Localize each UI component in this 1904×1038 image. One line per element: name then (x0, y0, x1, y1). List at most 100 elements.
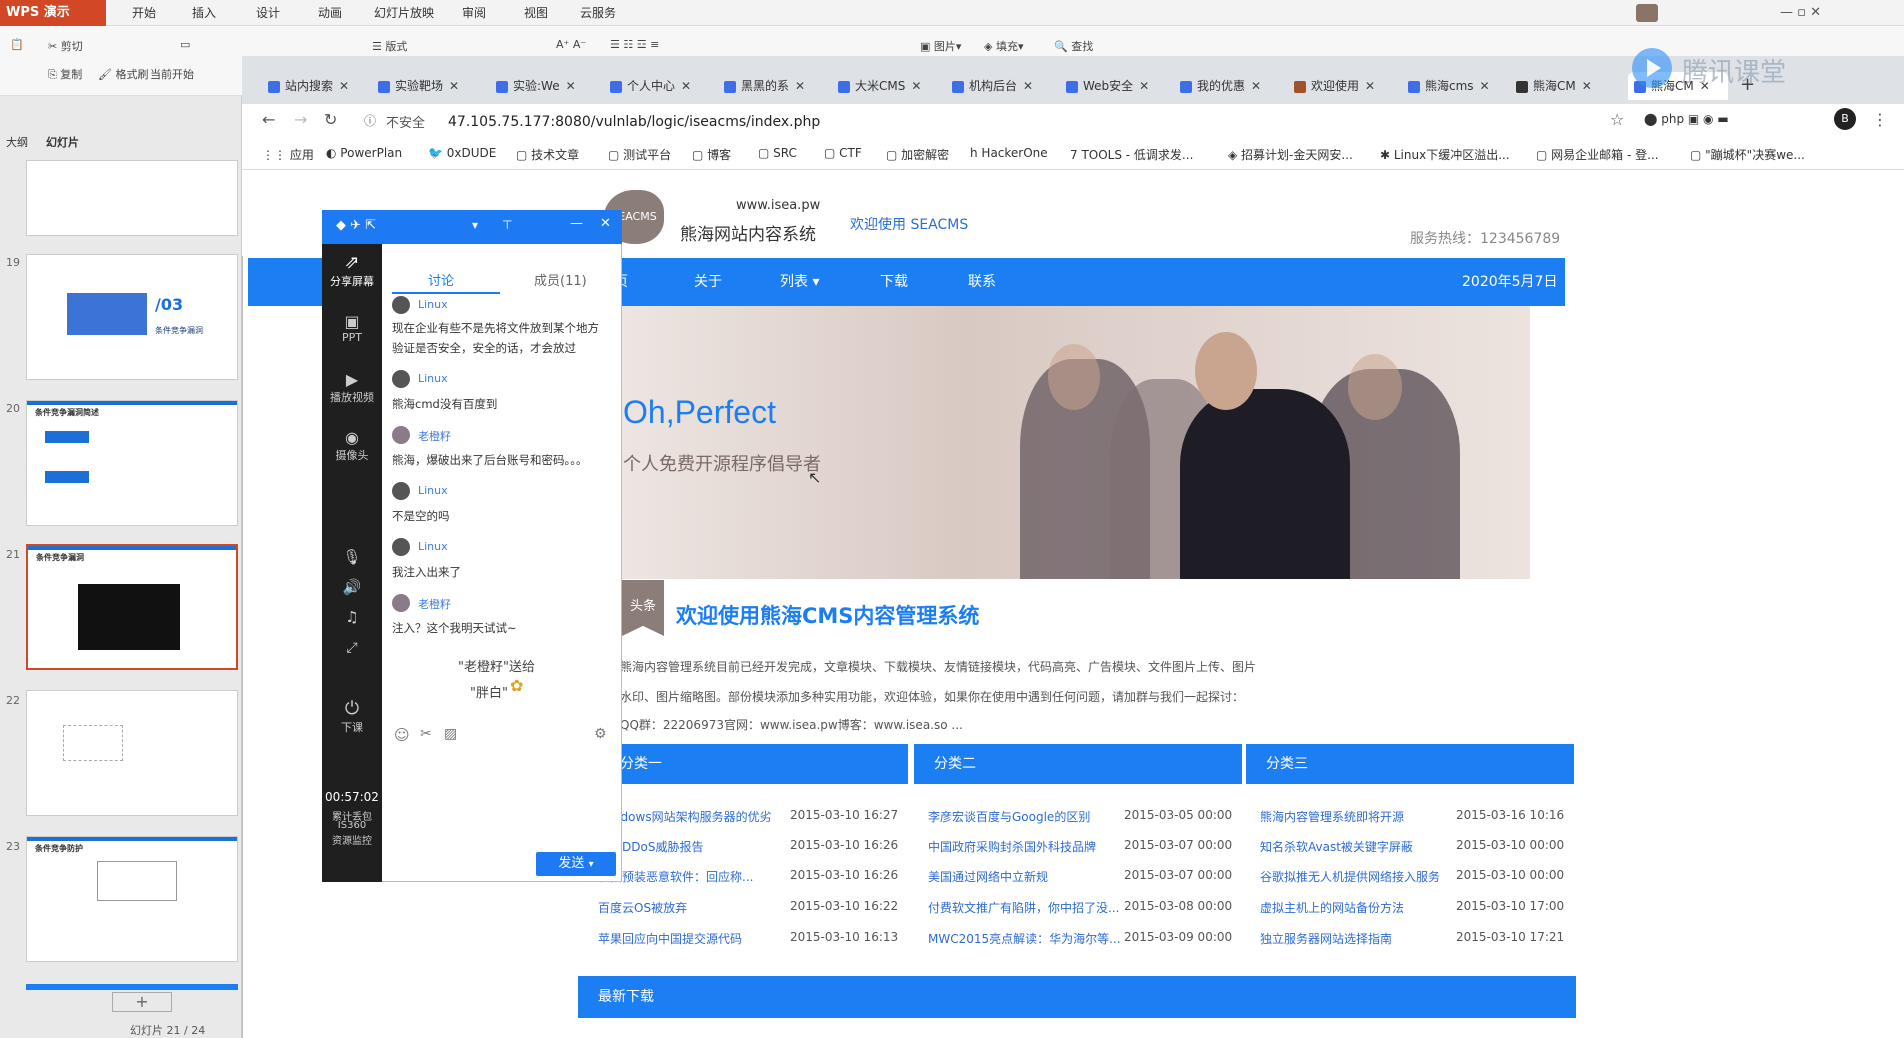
slide-thumb-20[interactable]: 条件竞争漏洞简述 (26, 400, 238, 526)
bookmark-item[interactable]: ▢ 加密解密 (886, 146, 949, 163)
article-link[interactable]: 美国通过网络中立新规 (928, 868, 1120, 885)
cut-button[interactable]: ✂ 剪切 (48, 38, 83, 54)
picture-button[interactable]: ▣ 图片▾ (920, 38, 961, 54)
info-icon[interactable]: ⓘ (364, 112, 376, 129)
extensions-icon[interactable]: ⬤ php ▣ ◉ ▬ (1644, 112, 1729, 126)
microphone-icon[interactable]: 🎙 (322, 548, 382, 566)
bookmark-item[interactable]: ◈ 招募计划-金天网安... (1228, 146, 1353, 163)
close-icon[interactable]: ✕ (600, 216, 611, 231)
browser-tab[interactable]: 实验靶场 ✕ (378, 72, 488, 100)
window-controls-icon[interactable]: — ▫ ✕ (1780, 5, 1821, 20)
article-link[interactable]: 虚拟主机上的网站备份方法 (1260, 899, 1456, 916)
close-icon[interactable]: ✕ (1251, 79, 1261, 93)
close-icon[interactable]: ✕ (449, 79, 459, 93)
menu-design[interactable]: 设计 (256, 0, 280, 26)
image-icon[interactable]: ▨ (444, 726, 457, 742)
close-icon[interactable]: ✕ (339, 79, 349, 93)
ppt-button[interactable]: ▣ PPT (322, 312, 382, 344)
bookmark-item[interactable]: ✱ Linux下缓冲区溢出... (1380, 146, 1510, 163)
bookmark-item[interactable]: 🐦 0xDUDE (428, 146, 496, 160)
bookmark-item[interactable]: ▢ 测试平台 (608, 146, 671, 163)
bookmark-item[interactable]: ▢ CTF (824, 146, 862, 160)
slide-thumb-21[interactable]: 条件竞争漏洞 (26, 544, 238, 670)
headline-title[interactable]: 欢迎使用熊海CMS内容管理系统 (676, 600, 979, 630)
forward-icon[interactable]: → (294, 110, 307, 129)
slide-thumb-23[interactable]: 条件竞争防护 (26, 836, 238, 962)
chat-input[interactable] (390, 750, 618, 846)
nav-list[interactable]: 列表 ▾ (780, 258, 819, 306)
settings-icon[interactable]: ⚙ (594, 726, 607, 742)
close-icon[interactable]: ✕ (566, 79, 576, 93)
article-link[interactable]: 苹果回应向中国提交源代码 (598, 930, 788, 947)
share-screen-button[interactable]: ⇗ 分享屏幕 (322, 252, 382, 289)
slide-thumb-19[interactable]: /03 条件竞争漏洞 (26, 254, 238, 380)
browser-tab[interactable]: 欢迎使用 ✕ (1294, 72, 1394, 100)
end-class-button[interactable]: ⏻ 下课 (322, 698, 382, 735)
latest-downloads-header[interactable]: 最新下载 (578, 976, 1576, 1018)
menu-review[interactable]: 审阅 (462, 0, 486, 26)
browser-tab[interactable]: 黑黑的系 ✕ (724, 72, 824, 100)
slide-thumb-18[interactable] (26, 160, 238, 236)
menu-cloud[interactable]: 云服务 (580, 0, 616, 26)
outline-tab[interactable]: 大纲 (6, 134, 28, 150)
tab-members[interactable]: 成员(11) (534, 270, 587, 289)
list-icon[interactable]: ☰ ☷ ☲ ≡ (610, 38, 659, 51)
bookmark-item[interactable]: ▢ SRC (758, 146, 797, 160)
music-icon[interactable]: ♫ (322, 608, 382, 626)
browser-tab[interactable]: 个人中心 ✕ (610, 72, 710, 100)
close-icon[interactable]: ✕ (1480, 79, 1490, 93)
browser-tab[interactable]: 熊海cms ✕ (1408, 72, 1508, 100)
bookmark-item[interactable]: ▢ 博客 (692, 146, 731, 163)
profile-avatar[interactable]: B (1834, 108, 1856, 130)
article-link[interactable]: 李彦宏谈百度与Google的区别 (928, 808, 1120, 825)
send-button[interactable]: 发送 ▾ (536, 852, 616, 876)
article-link[interactable]: Windows网站架构服务器的优劣 (598, 808, 788, 825)
browser-tab[interactable]: 站内搜索 ✕ (268, 72, 378, 100)
nav-download[interactable]: 下载 (880, 258, 908, 306)
chat-menu-icon[interactable]: ▾ (472, 218, 478, 232)
browser-tab[interactable]: Web安全 ✕ (1066, 72, 1166, 100)
browser-tab[interactable]: 熊海CM ✕ (1516, 72, 1616, 100)
font-size-up-icon[interactable]: A⁺ A⁻ (556, 38, 586, 51)
article-link[interactable]: MWC2015亮点解读：华为海尔等... (928, 930, 1120, 947)
bookmark-item[interactable]: ▢ 网易企业邮箱 - 登... (1536, 146, 1659, 163)
back-icon[interactable]: ← (262, 110, 275, 129)
category-header[interactable]: 分类三 (1246, 744, 1574, 784)
minimize-icon[interactable]: — (570, 216, 583, 231)
article-link[interactable]: 知名杀软Avast被关键字屏蔽 (1260, 838, 1456, 855)
bookmark-item[interactable]: ◐ PowerPlan (326, 146, 402, 160)
browser-tab[interactable]: 大米CMS ✕ (838, 72, 938, 100)
article-link[interactable]: 年度DDoS威胁报告 (598, 838, 788, 855)
close-icon[interactable]: ✕ (1023, 79, 1033, 93)
url-field[interactable]: 47.105.75.177:8080/vulnlab/logic/iseacms… (448, 108, 1688, 136)
bookmark-apps[interactable]: ⋮⋮ 应用 (262, 146, 314, 163)
menu-dots-icon[interactable]: ⋮ (1872, 110, 1888, 129)
layout-button[interactable]: ☰ 版式 (372, 38, 407, 54)
article-link[interactable]: 熊海内容管理系统即将开源 (1260, 808, 1456, 825)
close-icon[interactable]: ✕ (1139, 79, 1149, 93)
article-link[interactable]: 谷歌拟推无人机提供网络接入服务 (1260, 868, 1456, 885)
bookmark-item[interactable]: 7 TOOLS - 低调求发... (1070, 146, 1193, 163)
bookmark-item[interactable]: h HackerOne (970, 146, 1048, 160)
reload-icon[interactable]: ↻ (324, 110, 337, 129)
camera-button[interactable]: ◉ 摄像头 (322, 428, 382, 463)
category-header[interactable]: 分类一 (598, 744, 908, 784)
add-slide-button[interactable]: + (112, 992, 172, 1012)
speaker-icon[interactable]: 🔊 (322, 578, 382, 596)
emoji-icon[interactable]: ☺ (394, 726, 410, 744)
slide-thumb-24[interactable] (26, 984, 238, 990)
copy-button[interactable]: ⎘ 复制 (48, 66, 82, 82)
menu-view[interactable]: 视图 (524, 0, 548, 26)
nav-about[interactable]: 关于 (694, 258, 722, 306)
bookmark-item[interactable]: ▢ "蹦城杯"决赛we... (1690, 146, 1805, 163)
menu-slideshow[interactable]: 幻灯片放映 (374, 0, 434, 26)
article-link[interactable]: 中国政府采购封杀国外科技品牌 (928, 838, 1120, 855)
new-slide-icon[interactable]: ▭ (180, 38, 190, 51)
article-link[interactable]: 独立服务器网站选择指南 (1260, 930, 1456, 947)
close-icon[interactable]: ✕ (1365, 79, 1375, 93)
menu-animation[interactable]: 动画 (318, 0, 342, 26)
close-icon[interactable]: ✕ (1582, 79, 1592, 93)
menu-start[interactable]: 开始 (132, 0, 156, 26)
from-current-button[interactable]: 当前开始 (150, 66, 194, 82)
scissors-icon[interactable]: ✂ (420, 726, 432, 742)
